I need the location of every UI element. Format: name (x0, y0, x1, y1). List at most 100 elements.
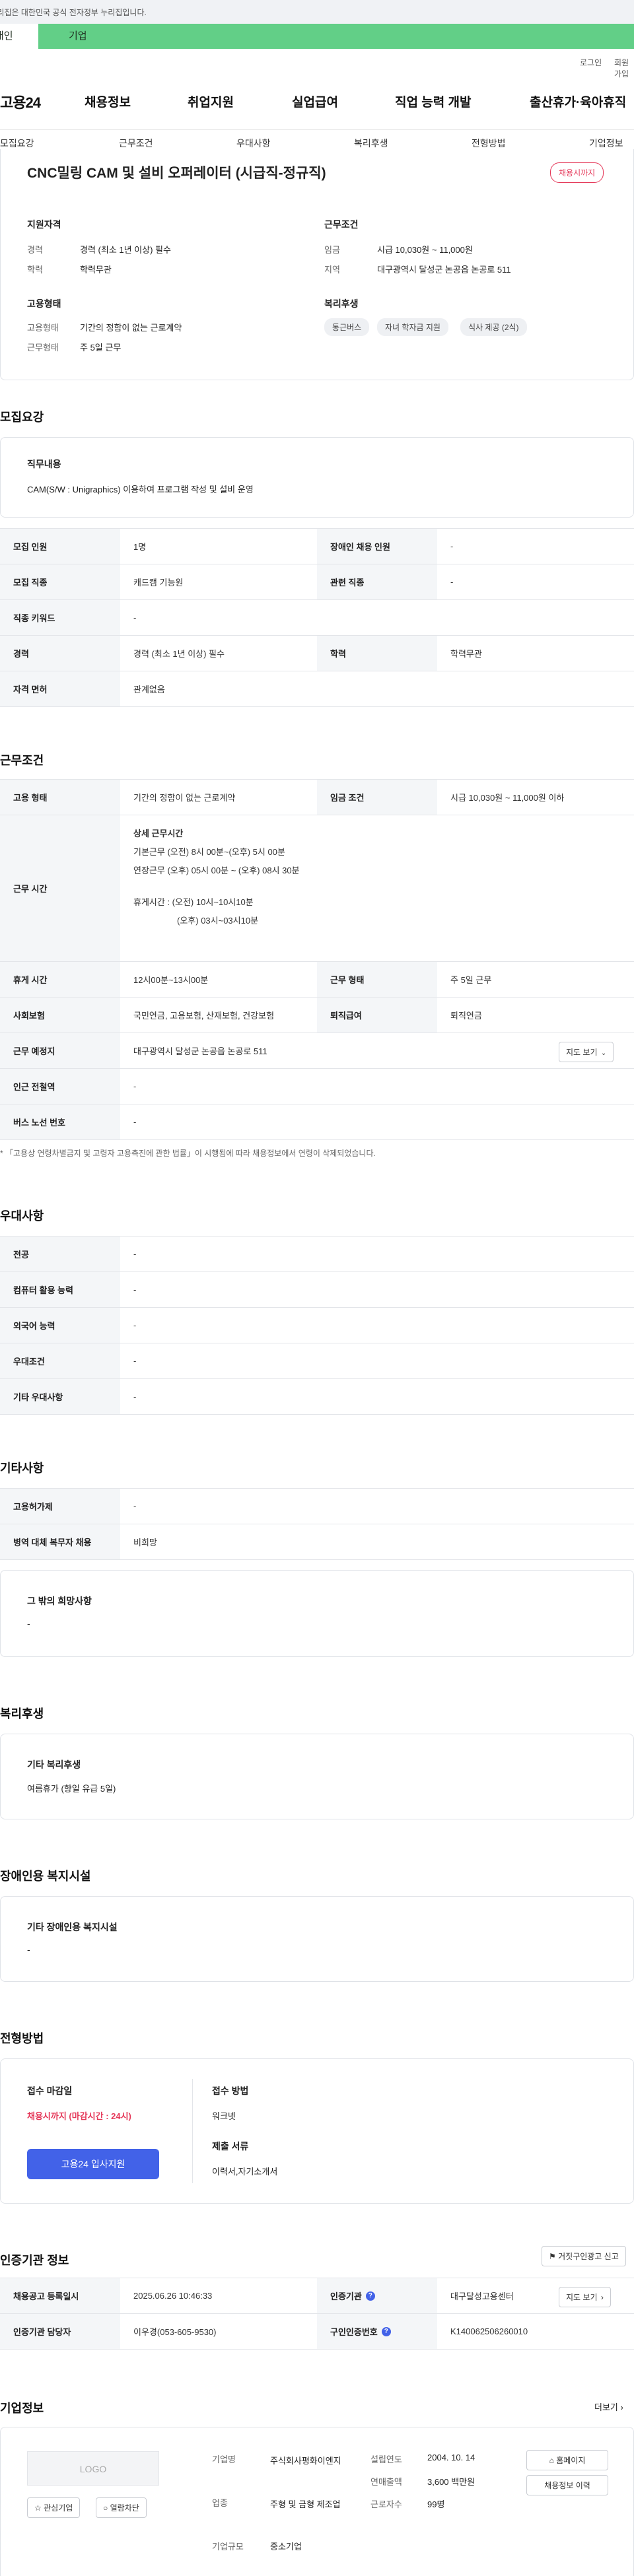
work-form-value: 주 5일 근무 (80, 343, 122, 353)
hours-line: 기본근무 (오전) 8시 00분~(오후) 5시 00분 (133, 847, 285, 857)
sales-value: 3,600 백만원 (427, 2477, 476, 2487)
row-header: 인증기관 담당자 (0, 2314, 120, 2349)
gov-banner: 이 누리집은 대한민국 공식 전자정부 누리집입니다. (0, 0, 634, 24)
homepage-button[interactable]: ⌂ 홈페이지 (526, 2450, 608, 2470)
gnb-menu-skill-development[interactable]: 직업 능력 개발 (395, 92, 471, 110)
chevron-right-icon: › (600, 2293, 604, 2302)
industry-value: 주형 및 금형 제조업 (270, 2499, 341, 2509)
welfare-value: 여름휴가 (향일 유급 5일) (27, 1784, 116, 1794)
edu-value: 학력무관 (80, 265, 112, 275)
gnb-menu-maternity-leave[interactable]: 출산휴가·육아휴직 (530, 92, 626, 110)
welfare-chip: 통근버스 (324, 318, 370, 336)
wage-value: 시급 10,030원 ~ 11,000원 (377, 245, 473, 255)
row-value: - (133, 1356, 137, 1366)
agency-map-button[interactable]: 지도 보기 › (559, 2287, 611, 2307)
job-content-label: 직무내용 (27, 459, 61, 469)
row-value: 2025.06.26 10:46:33 (133, 2291, 213, 2301)
disability-value: - (27, 1944, 30, 1955)
table-row: 기타 우대사항 - (0, 1378, 634, 1414)
hours-line-spacer (133, 880, 300, 893)
work-heading: 근무조건 (0, 754, 44, 767)
welfare-label: 기타 복리후생 (27, 1759, 81, 1770)
map-button-label: 지도 보기 (566, 2293, 598, 2302)
founded-value: 2004. 10. 14 (427, 2453, 476, 2462)
row-value: 관계없음 (133, 685, 165, 695)
gov-banner-text: 이 누리집은 대한민국 공식 전자정부 누리집입니다. (0, 8, 147, 17)
chevron-right-icon: › (620, 2402, 623, 2412)
hours-line: (오후) 03시~03시10분 (177, 916, 259, 926)
tab-welfare[interactable]: 복리후생 (354, 137, 388, 150)
welfare-heading: 복리후생 (324, 298, 359, 309)
tab-company-info[interactable]: 기업정보 (589, 137, 623, 150)
hours-line: 휴게시간 : (오전) 10시~10시10분 (133, 897, 254, 907)
signup-link[interactable]: 회원가입 (614, 57, 634, 79)
gnb-menu-employment-support[interactable]: 취업지원 (188, 92, 234, 110)
row-value: 캐드캠 기능원 (133, 578, 184, 588)
table-row: 고용 형태 기간의 정함이 없는 근로계약 임금 조건 시급 10,030원 ~… (0, 779, 634, 815)
company-name-value: 주식회사평화이엔지 (270, 2456, 341, 2466)
table-row: 모집 직종 캐드캠 기능원 관련 직종 - (0, 564, 634, 599)
method-value: 워크넷 (212, 2111, 236, 2121)
gnb-menu-recruit[interactable]: 채용정보 (85, 92, 131, 110)
table-row: 인증기관 담당자 이우경(053-605-9530) 구인인증번호? K1400… (0, 2313, 634, 2349)
help-icon[interactable]: ? (381, 2326, 391, 2336)
recruit-history-button[interactable]: 채용정보 이력 (526, 2475, 608, 2495)
star-icon: ☆ (34, 2503, 42, 2513)
row-value: K140062506260010 (450, 2326, 528, 2336)
row-header: 자격 면허 (0, 671, 120, 706)
career-value: 경력 (최소 1년 이상) 필수 (80, 245, 171, 255)
tab-company[interactable]: 기업 (69, 24, 87, 49)
map-button[interactable]: 지도 보기 ⌄ (559, 1042, 614, 1062)
tab-work-conditions[interactable]: 근무조건 (119, 137, 153, 150)
global-nav: 고용24 채용정보 취업지원 실업급여 직업 능력 개발 출산휴가·육아휴직 (0, 87, 634, 116)
row-header: 구인인증번호? (317, 2314, 437, 2349)
row-header: 외국어 능력 (0, 1308, 120, 1343)
hours-line: 연장근무 (오후) 05시 00분 ~ (오후) 08시 30분 (133, 865, 300, 875)
row-header: 고용 형태 (0, 780, 120, 815)
disability-label: 기타 장애인용 복지시설 (27, 1922, 118, 1932)
emp-type-value: 기간의 정함이 없는 근로계약 (80, 323, 182, 333)
row-value: 시급 10,030원 ~ 11,000원 이하 (450, 793, 565, 803)
table-row: 우대조건 - (0, 1343, 634, 1378)
tab-personal[interactable]: 개인 (0, 24, 38, 49)
report-fake-ad-button[interactable]: ⚑ 거짓구인광고 신고 (542, 2246, 626, 2266)
table-row: 직종 키워드 - (0, 599, 634, 635)
row-value: 대구광역시 달성군 논공읍 논공로 511 (133, 1046, 267, 1056)
selection-card: 접수 마감일 채용시까지 (마감시간 : 24시) 고용24 입사지원 접수 방… (0, 2058, 634, 2204)
agency-th-label: 인증기관 (330, 2291, 362, 2301)
table-row: 채용공고 등록일시 2025.06.26 10:46:33 인증기관? 대구달성… (0, 2278, 634, 2313)
preference-heading: 우대사항 (0, 1209, 44, 1223)
company-name-label: 기업명 (212, 2455, 236, 2464)
login-link[interactable]: 로그인 (580, 57, 602, 68)
table-row: 전공 - (0, 1236, 634, 1271)
site-logo[interactable]: 고용24 (0, 91, 41, 112)
disability-heading: 장애인용 복지시설 (0, 1870, 91, 1883)
company-size-label: 기업규모 (212, 2542, 244, 2552)
help-icon[interactable]: ? (365, 2291, 375, 2301)
chevron-down-icon: ⌄ (600, 1050, 607, 1057)
disability-card: 기타 장애인용 복지시설 - (0, 1896, 634, 1982)
employees-value: 99명 (427, 2499, 445, 2509)
recruit-heading: 모집요강 (0, 411, 44, 424)
tab-recruit-outline[interactable]: 모집요강 (0, 137, 34, 150)
row-value: - (450, 577, 454, 587)
table-row: 근무 시간 상세 근무시간 기본근무 (오전) 8시 00분~(오후) 5시 0… (0, 815, 634, 961)
apply-button[interactable]: 고용24 입사지원 (27, 2149, 159, 2179)
gnb-menu-unemployment-benefit[interactable]: 실업급여 (292, 92, 338, 110)
company-more-link[interactable]: 더보기 › (594, 2400, 623, 2413)
wage-label: 임금 (324, 245, 340, 255)
row-value: 경력 (최소 1년 이상) 필수 (133, 649, 225, 659)
row-header: 장애인 채용 인원 (317, 529, 437, 564)
hours-detail-title: 상세 근무시간 (133, 829, 184, 838)
job-summary-card: CNC밀링 CAM 및 설비 오퍼레이터 (시급직-정규직) 채용시까지 지원자… (0, 149, 634, 380)
tab-preferences[interactable]: 우대사항 (236, 137, 271, 150)
interest-company-button[interactable]: ☆ 관심기업 (27, 2497, 81, 2518)
table-row: 컴퓨터 활용 능력 - (0, 1271, 634, 1307)
row-header: 직종 키워드 (0, 600, 120, 635)
table-row: 모집 인원 1명 장애인 채용 인원 - (0, 528, 634, 564)
table-end (0, 1559, 634, 1560)
tab-selection[interactable]: 전형방법 (472, 137, 506, 150)
row-header: 휴게 시간 (0, 962, 120, 997)
block-view-button[interactable]: ○ 열람차단 (96, 2497, 147, 2518)
table-row: 외국어 능력 - (0, 1307, 634, 1343)
